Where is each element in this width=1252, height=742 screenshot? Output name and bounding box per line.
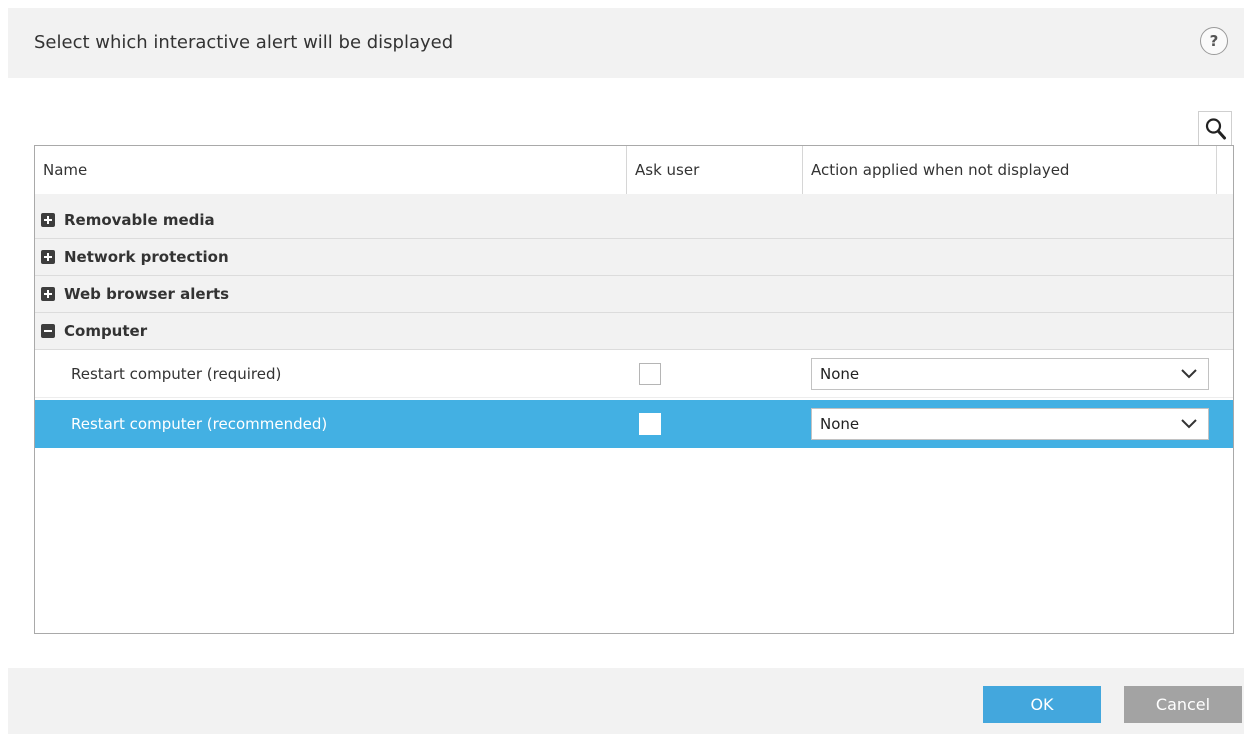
help-icon[interactable]: ? xyxy=(1200,27,1228,55)
dialog-header: Select which interactive alert will be d… xyxy=(8,8,1244,78)
dropdown-value: None xyxy=(820,365,860,383)
chevron-down-icon xyxy=(1181,369,1197,379)
collapse-icon[interactable] xyxy=(41,324,55,338)
dialog-footer: OK Cancel xyxy=(8,668,1244,734)
search-button[interactable] xyxy=(1198,111,1232,145)
column-header-ask-user[interactable]: Ask user xyxy=(627,146,803,194)
column-header-action[interactable]: Action applied when not displayed xyxy=(803,146,1217,194)
ask-user-checkbox[interactable] xyxy=(639,363,661,385)
row-name: Restart computer (recommended) xyxy=(71,415,328,433)
table-row-restart-required[interactable]: Restart computer (required) None xyxy=(35,350,1233,398)
action-dropdown[interactable]: None xyxy=(811,408,1209,440)
table-row-restart-recommended[interactable]: Restart computer (recommended) None xyxy=(35,400,1233,448)
ask-user-checkbox[interactable] xyxy=(639,413,661,435)
dropdown-value: None xyxy=(820,415,860,433)
group-computer[interactable]: Computer xyxy=(35,313,1233,350)
group-web-browser-alerts[interactable]: Web browser alerts xyxy=(35,276,1233,313)
row-name: Restart computer (required) xyxy=(71,365,282,383)
group-label: Computer xyxy=(64,322,148,340)
chevron-down-icon xyxy=(1181,419,1197,429)
group-label: Removable media xyxy=(64,211,215,229)
alerts-table: Name Ask user Action applied when not di… xyxy=(34,145,1234,634)
dialog-title: Select which interactive alert will be d… xyxy=(34,32,454,53)
group-label: Network protection xyxy=(64,248,229,266)
header-gap xyxy=(35,194,1233,202)
table-header: Name Ask user Action applied when not di… xyxy=(35,146,1233,195)
search-icon xyxy=(1205,118,1226,140)
action-dropdown[interactable]: None xyxy=(811,358,1209,390)
group-network-protection[interactable]: Network protection xyxy=(35,239,1233,276)
alert-settings-dialog: Select which interactive alert will be d… xyxy=(8,8,1244,734)
group-label: Web browser alerts xyxy=(64,285,230,303)
expand-icon[interactable] xyxy=(41,250,55,264)
cancel-button[interactable]: Cancel xyxy=(1124,686,1242,723)
column-header-name[interactable]: Name xyxy=(35,146,627,194)
group-removable-media[interactable]: Removable media xyxy=(35,202,1233,239)
ok-button[interactable]: OK xyxy=(983,686,1101,723)
expand-icon[interactable] xyxy=(41,287,55,301)
expand-icon[interactable] xyxy=(41,213,55,227)
